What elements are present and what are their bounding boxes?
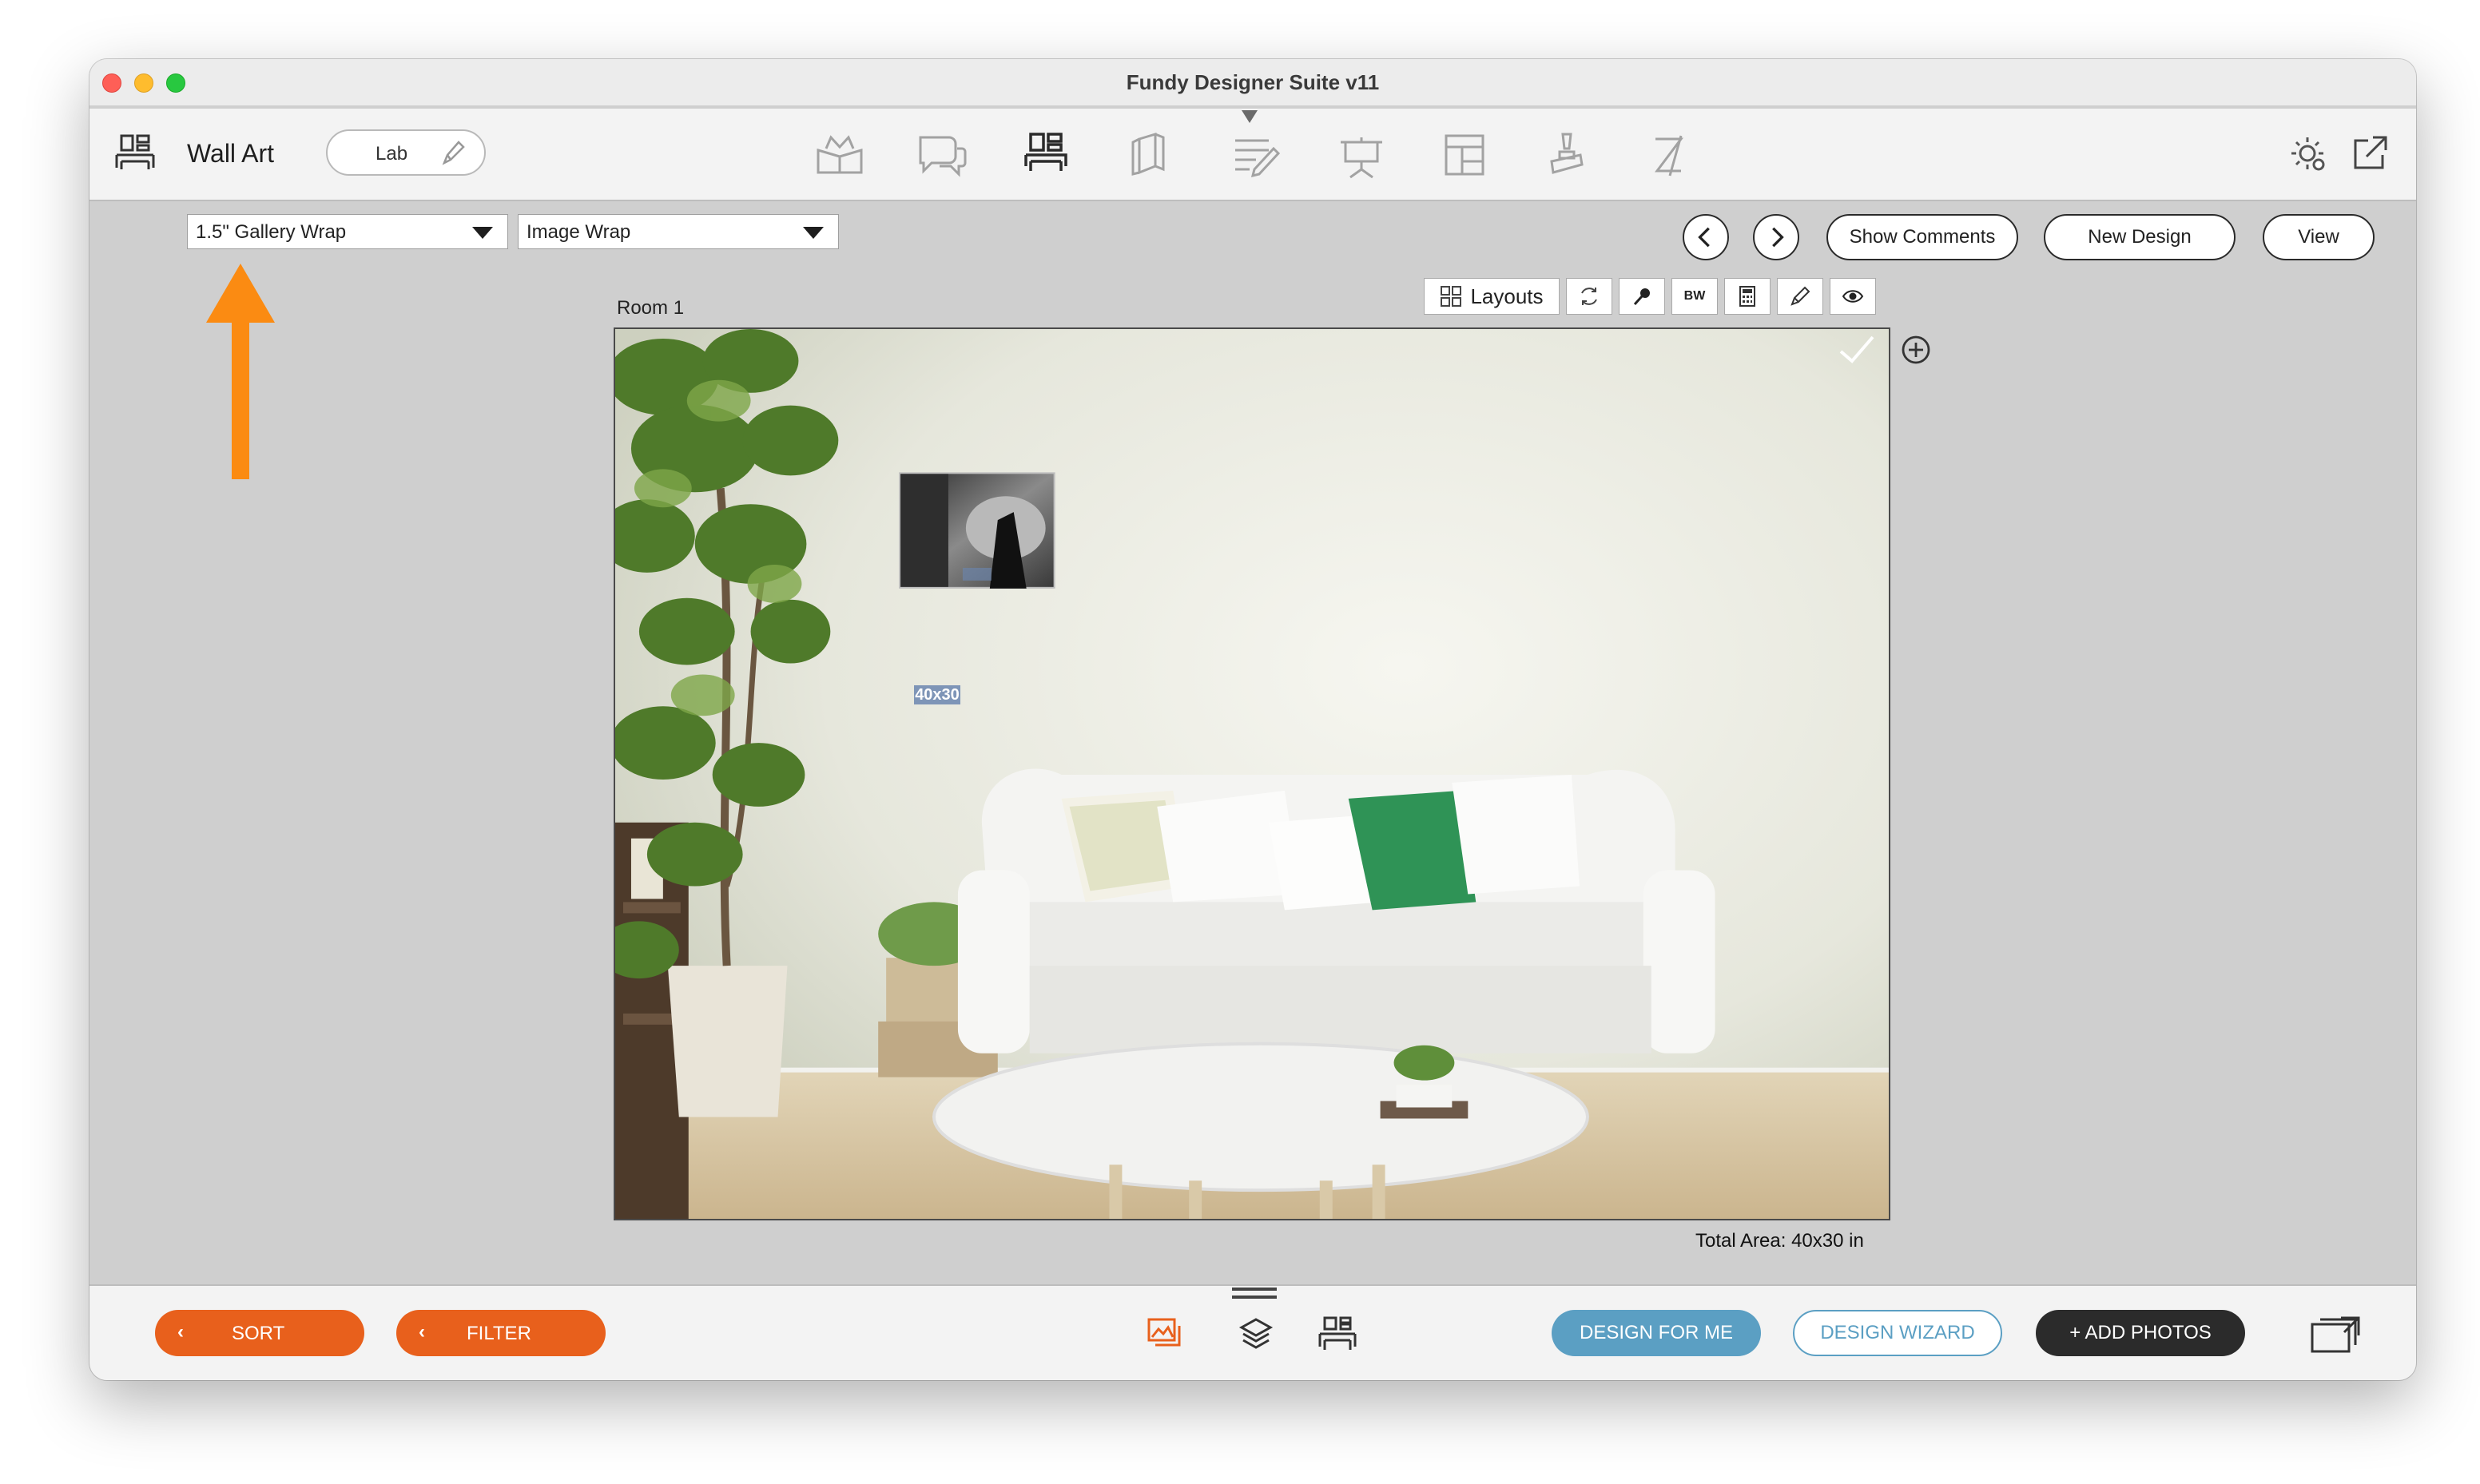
pencil-icon [439,139,467,166]
grid-icon [1441,286,1462,307]
layers-icon[interactable] [1237,1315,1275,1353]
design-wizard-button[interactable]: DESIGN WIZARD [1793,1310,2002,1356]
lab-selector[interactable]: Lab [326,129,486,176]
preview-button[interactable] [1830,278,1876,315]
room-label: Room 1 [617,297,685,319]
new-design-button[interactable]: New Design [2044,214,2236,260]
external-window-icon[interactable] [2351,134,2389,173]
drag-handle-line [1232,1296,1277,1299]
previous-button[interactable] [1683,214,1729,260]
image-wrap-select[interactable]: Image Wrap [518,214,839,249]
filter-label: FILTER [467,1323,531,1344]
wall-art-section-icon [113,133,157,173]
chevron-left-icon [1698,227,1710,248]
room-panel-icon[interactable] [1317,1315,1358,1353]
add-photos-button[interactable]: + ADD PHOTOS [2036,1310,2245,1356]
next-button[interactable] [1753,214,1799,260]
pen-tablet-icon[interactable] [1545,131,1585,179]
comments-icon[interactable] [916,133,968,177]
edit-button[interactable] [1777,278,1823,315]
wrap-type-select[interactable]: 1.5" Gallery Wrap [187,214,508,249]
main-toolbar: Wall Art Lab [89,109,2416,201]
checkmark-icon[interactable] [1838,334,1876,366]
pin-button[interactable] [1619,278,1665,315]
active-tool-marker-icon [1242,110,1258,123]
swap-button[interactable] [1566,278,1612,315]
section-title: Wall Art [187,139,275,168]
calculator-icon [1739,286,1755,307]
settings-gear-icon[interactable] [2288,134,2327,173]
drag-handle[interactable] [1232,1288,1277,1291]
photos-panel-icon[interactable] [1146,1316,1184,1351]
eye-icon [1842,290,1864,303]
add-room-icon[interactable] [1900,334,1932,366]
fullscreen-preview-icon[interactable] [2309,1313,2362,1355]
design-for-me-button[interactable]: DESIGN FOR ME [1552,1310,1761,1356]
print-size-badge: 40x30 [914,685,960,704]
annotation-arrow-icon [206,264,275,479]
filter-button[interactable]: ‹ FILTER [396,1310,606,1356]
chevron-down-icon [472,227,493,239]
app-window: Fundy Designer Suite v11 Wall Art Lab 1.… [89,59,2416,1380]
wall-art-icon[interactable] [1023,131,1069,176]
layout-icon[interactable] [1443,133,1486,177]
chevron-right-icon [1772,227,1784,248]
lab-label: Lab [376,143,408,165]
window-title: Fundy Designer Suite v11 [1126,70,1380,94]
title-bar: Fundy Designer Suite v11 [89,59,2416,107]
show-comments-button[interactable]: Show Comments [1826,214,2018,260]
sort-label: SORT [232,1323,285,1344]
wrap-type-value: 1.5" Gallery Wrap [196,221,347,243]
album-icon[interactable] [815,133,864,177]
sort-button[interactable]: ‹ SORT [155,1310,364,1356]
slideshow-icon[interactable] [1337,134,1385,179]
bottom-toolbar: ‹ SORT ‹ FILTER DESIGN FOR ME DESIGN WIZ… [89,1284,2416,1380]
view-button[interactable]: View [2263,214,2375,260]
bw-button[interactable]: BW [1671,278,1718,315]
refresh-icon [1581,288,1597,305]
room-toolbar: Layouts BW [1424,278,1882,315]
chevron-down-icon [803,227,824,239]
calculator-button[interactable] [1724,278,1771,315]
image-wrap-value: Image Wrap [527,221,631,243]
cards-icon[interactable] [1128,131,1168,177]
layouts-button[interactable]: Layouts [1424,278,1560,315]
total-area-label: Total Area: 40x30 in [1695,1230,1864,1252]
chevron-left-icon: ‹ [419,1321,425,1343]
chevron-left-icon: ‹ [177,1321,184,1343]
pin-icon [1633,288,1650,306]
pencil-icon [1790,286,1810,306]
layouts-label: Layouts [1470,284,1544,308]
proofing-icon[interactable] [1232,136,1282,179]
room-preview[interactable] [614,327,1890,1220]
blog-icon[interactable] [1646,131,1686,179]
